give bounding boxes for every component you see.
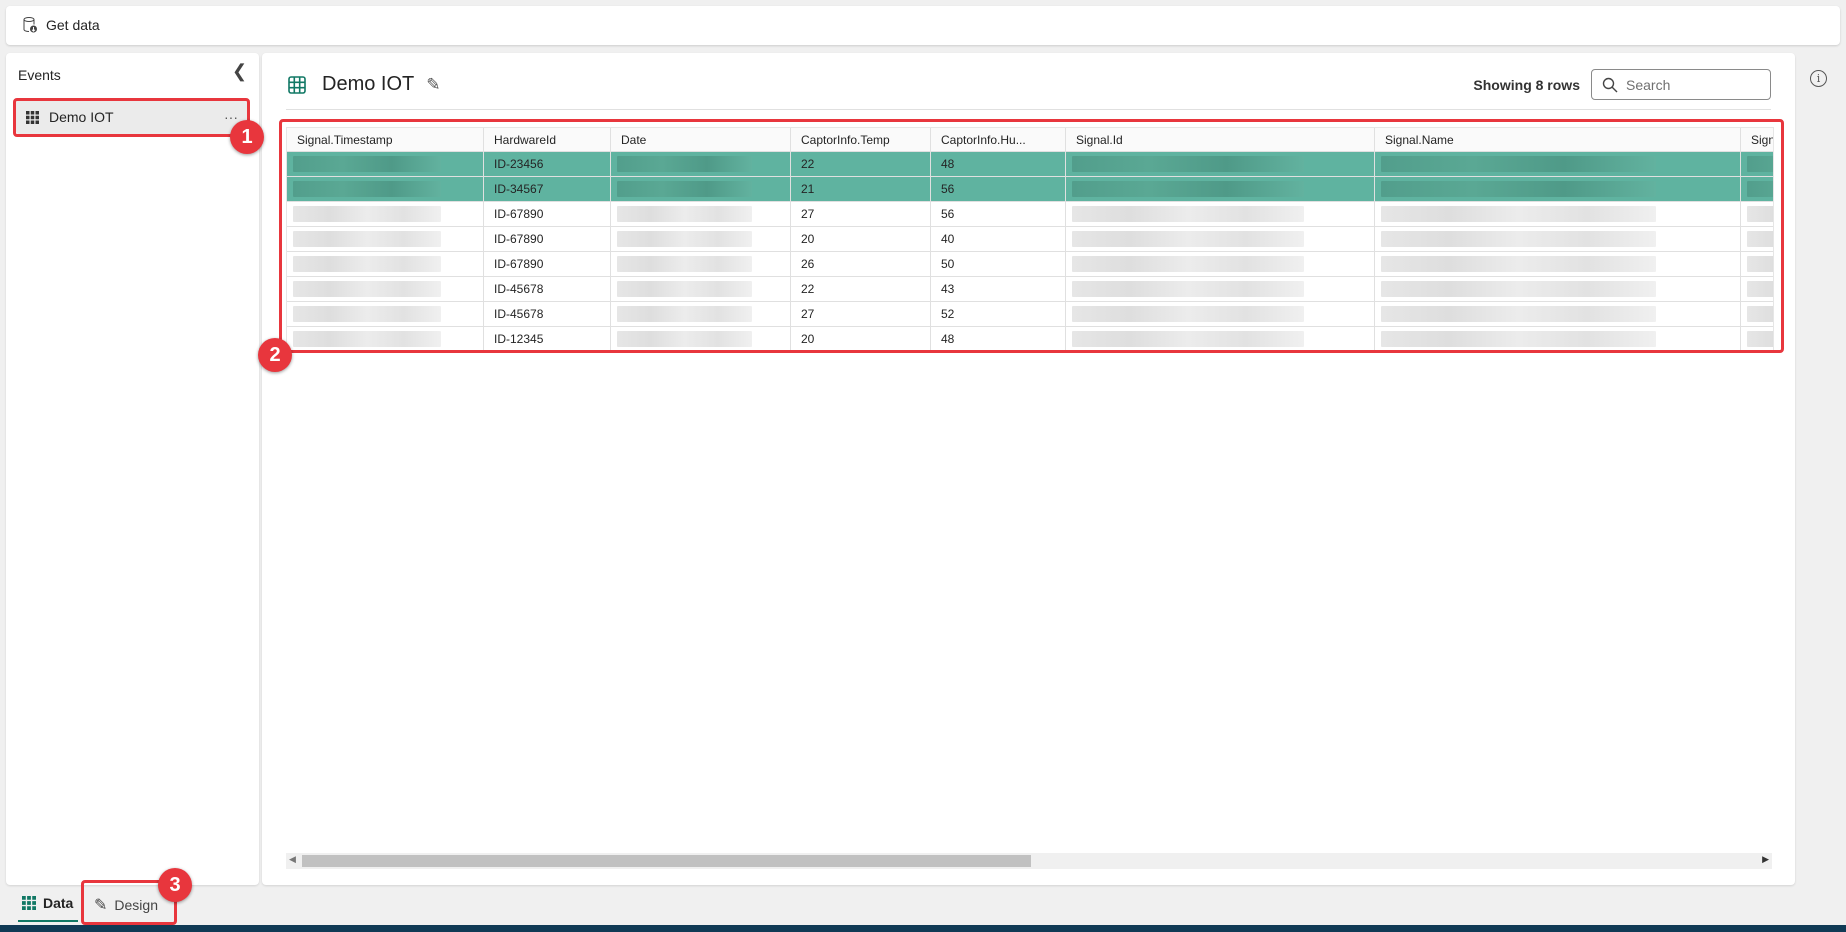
search-icon (1602, 77, 1618, 92)
annotation-badge-2: 2 (258, 338, 292, 372)
tab-data[interactable]: Data (22, 895, 73, 911)
search-placeholder: Search (1626, 76, 1671, 93)
annotation-badge-3: 3 (158, 868, 192, 902)
get-data-label: Get data (46, 17, 100, 33)
search-input[interactable]: Search (1591, 69, 1771, 100)
active-tab-underline (18, 920, 78, 922)
table-grid-icon (22, 896, 36, 910)
tab-data-label: Data (43, 895, 74, 911)
get-data-button[interactable]: Get data (22, 16, 100, 34)
taskbar (0, 925, 1846, 932)
events-title: Events (18, 67, 61, 83)
scroll-left-arrow-icon[interactable]: ◀ (289, 854, 296, 865)
divider (286, 109, 1771, 110)
edit-pencil-icon[interactable]: ✎ (426, 75, 440, 95)
events-panel: Events ❮ Demo IOT ··· (6, 53, 259, 885)
scroll-right-arrow-icon[interactable]: ▶ (1762, 854, 1769, 865)
collapse-chevron-icon[interactable]: ❮ (232, 61, 247, 82)
top-toolbar: Get data (6, 6, 1840, 45)
annotation-badge-1: 1 (230, 120, 264, 154)
table-icon (288, 76, 306, 94)
annotation-box-2 (279, 119, 1784, 353)
info-icon[interactable]: i (1810, 70, 1827, 87)
database-download-icon (23, 17, 37, 33)
horizontal-scrollbar[interactable]: ◀ ▶ (286, 853, 1772, 869)
annotation-box-1 (13, 98, 250, 137)
scrollbar-thumb[interactable] (302, 855, 1031, 867)
page-title: Demo IOT (322, 73, 415, 95)
page-title-wrap: Demo IOT ✎ (322, 73, 441, 96)
row-count-label: Showing 8 rows (1473, 77, 1580, 93)
